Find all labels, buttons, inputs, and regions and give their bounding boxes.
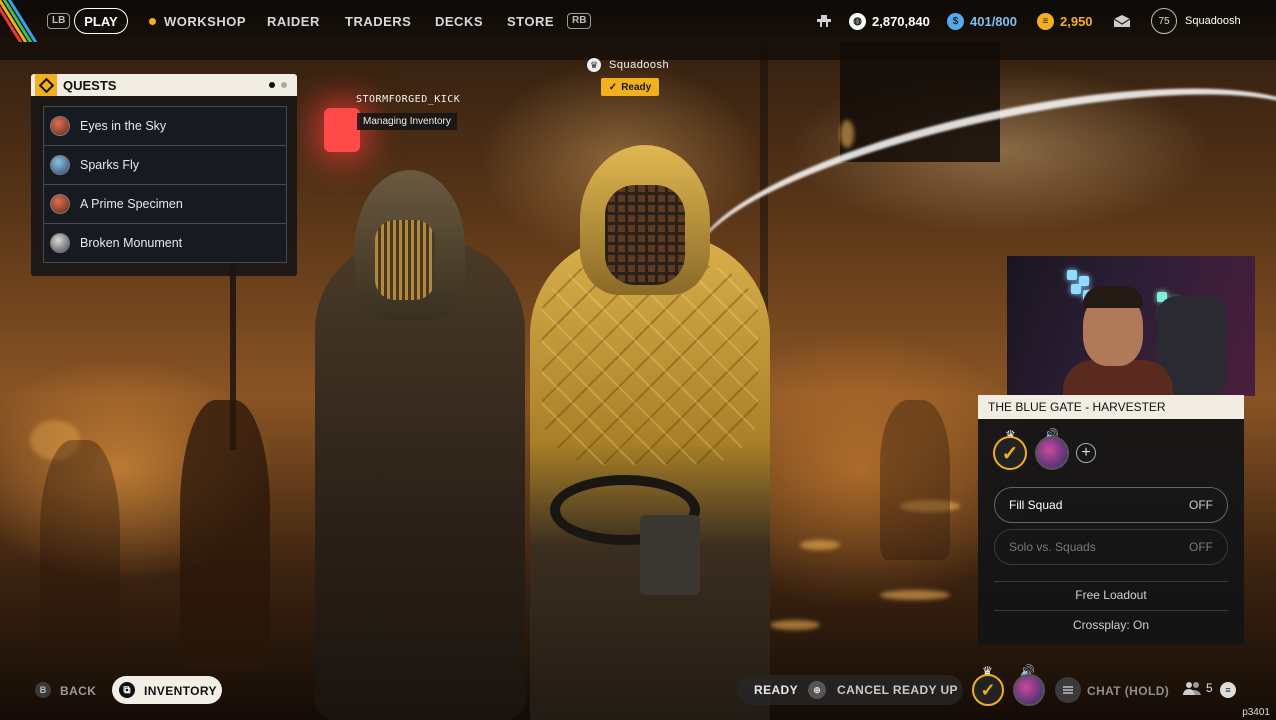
player-name[interactable]: Squadoosh xyxy=(1185,0,1241,42)
cancel-ready-up-button[interactable]: CANCEL READY UP xyxy=(837,683,958,697)
inventory-button[interactable]: ⧉ INVENTORY xyxy=(112,676,222,704)
menu-button-icon[interactable]: ≡ xyxy=(1220,682,1236,698)
nav-play-tab[interactable]: PLAY xyxy=(74,8,128,34)
coin-icon: ◍ xyxy=(849,12,866,30)
nav-workshop-tab[interactable]: WORKSHOP xyxy=(149,0,246,42)
raider-stormforged-kick xyxy=(315,170,525,720)
add-squad-member-button[interactable]: + xyxy=(1076,443,1096,463)
quest-title: Broken Monument xyxy=(80,236,183,250)
map-title: THE BLUE GATE - HARVESTER xyxy=(978,395,1244,419)
fill-squad-label: Fill Squad xyxy=(1009,498,1063,512)
party-count: 5 xyxy=(1206,681,1213,695)
top-navigation-bar: LB PLAY WORKSHOP RAIDER TRADERS DECKS ST… xyxy=(0,0,1276,42)
loadout-icon[interactable] xyxy=(815,0,833,42)
coins-value: 2,870,840 xyxy=(872,13,930,29)
squad-slot-self[interactable] xyxy=(993,436,1027,470)
crossplay-status: Crossplay: On xyxy=(1072,618,1150,632)
player-tag-name: STORMFORGED_KICK xyxy=(356,94,461,105)
squad-slot-teammate[interactable] xyxy=(1035,436,1069,470)
party-members-counter[interactable]: 5 xyxy=(1182,681,1213,695)
build-version: p3401 xyxy=(1242,707,1270,718)
chat-hold-label: CHAT (HOLD) xyxy=(1087,684,1170,698)
quests-pager[interactable] xyxy=(269,82,287,88)
quests-header: QUESTS xyxy=(31,74,297,96)
streamer-webcam-overlay xyxy=(1007,256,1255,396)
solo-vs-squads-label: Solo vs. Squads xyxy=(1009,540,1096,554)
quest-giver-avatar xyxy=(50,116,70,136)
quest-title: Eyes in the Sky xyxy=(80,119,167,133)
ready-label: READY xyxy=(754,683,799,697)
quests-title: QUESTS xyxy=(63,77,117,93)
people-icon xyxy=(1183,682,1201,695)
fill-squad-value: OFF xyxy=(1189,498,1213,512)
quest-giver-avatar xyxy=(50,233,70,253)
quests-panel: QUESTS Eyes in the Sky Sparks Fly A Prim… xyxy=(31,74,297,276)
player-level-badge: 75 xyxy=(1151,8,1177,34)
quest-title: A Prime Specimen xyxy=(80,197,183,211)
squad-slot-teammate-mini[interactable] xyxy=(1013,674,1045,706)
quest-diamond-icon xyxy=(35,74,57,96)
ready-status-label: Ready xyxy=(621,81,652,93)
quest-giver-avatar xyxy=(50,194,70,214)
check-icon: ✓ xyxy=(608,81,618,93)
nav-store-tab[interactable]: STORE xyxy=(507,0,554,42)
mail-icon[interactable] xyxy=(1113,0,1131,42)
b-button-icon: B xyxy=(35,682,51,698)
red-lamp xyxy=(324,108,360,152)
credits-icon: ≡ xyxy=(1037,12,1054,30)
brand-stripes xyxy=(0,0,42,42)
credits-value: 2,950 xyxy=(1060,13,1093,29)
nav-decks-tab[interactable]: DECKS xyxy=(435,0,483,42)
player-tag-status: Managing Inventory xyxy=(357,113,457,130)
quest-item[interactable]: Eyes in the Sky xyxy=(43,106,287,146)
cancel-key-icon: ⊕ xyxy=(808,681,826,699)
squad-slot-self-mini[interactable]: ✓ xyxy=(972,674,1004,706)
solo-vs-squads-toggle[interactable]: Solo vs. Squads OFF xyxy=(994,529,1228,565)
view-button-icon: ⧉ xyxy=(119,682,135,698)
ready-status-bar: READY ⊕ CANCEL READY UP xyxy=(738,675,963,705)
player-tag-name: Squadoosh xyxy=(609,59,670,71)
coins-counter: ◍ 2,870,840 xyxy=(849,0,930,42)
fill-squad-toggle[interactable]: Fill Squad OFF xyxy=(994,487,1228,523)
chat-button-icon[interactable] xyxy=(1055,677,1081,703)
page-dot[interactable] xyxy=(281,82,287,88)
credits-counter: ≡ 2,950 xyxy=(1037,0,1093,42)
stash-value: 401/800 xyxy=(970,13,1017,29)
stash-icon: $ xyxy=(947,12,964,30)
solo-vs-squads-value: OFF xyxy=(1189,540,1213,554)
quest-item[interactable]: Broken Monument xyxy=(43,223,287,263)
divider xyxy=(994,610,1228,611)
lb-bumper-hint: LB xyxy=(47,13,71,29)
inventory-label: INVENTORY xyxy=(144,684,217,698)
divider xyxy=(994,581,1228,582)
raider-squadoosh xyxy=(530,145,770,720)
nav-raider-tab[interactable]: RAIDER xyxy=(267,0,320,42)
quest-item[interactable]: A Prime Specimen xyxy=(43,184,287,224)
notification-dot-icon xyxy=(149,17,156,25)
party-leader-crown-icon: ♛ xyxy=(587,58,601,72)
bottom-action-bar: B BACK ⧉ INVENTORY READY ⊕ CANCEL READY … xyxy=(0,664,1276,720)
nav-traders-tab[interactable]: TRADERS xyxy=(345,0,411,42)
page-dot-active[interactable] xyxy=(269,82,275,88)
back-button[interactable]: BACK xyxy=(60,684,96,698)
quest-title: Sparks Fly xyxy=(80,158,140,172)
stash-capacity-counter: $ 401/800 xyxy=(947,0,1017,42)
quest-giver-avatar xyxy=(50,155,70,175)
quest-item[interactable]: Sparks Fly xyxy=(43,145,287,185)
free-loadout-label: Free Loadout xyxy=(1075,588,1147,602)
quest-list: Eyes in the Sky Sparks Fly A Prime Speci… xyxy=(43,106,287,263)
squad-panel: THE BLUE GATE - HARVESTER ♛ 🔊 + Fill Squ… xyxy=(978,395,1244,645)
ready-status-badge: ✓ Ready xyxy=(601,78,659,96)
rb-bumper-hint: RB xyxy=(567,13,592,29)
nav-workshop-label: WORKSHOP xyxy=(164,13,246,29)
